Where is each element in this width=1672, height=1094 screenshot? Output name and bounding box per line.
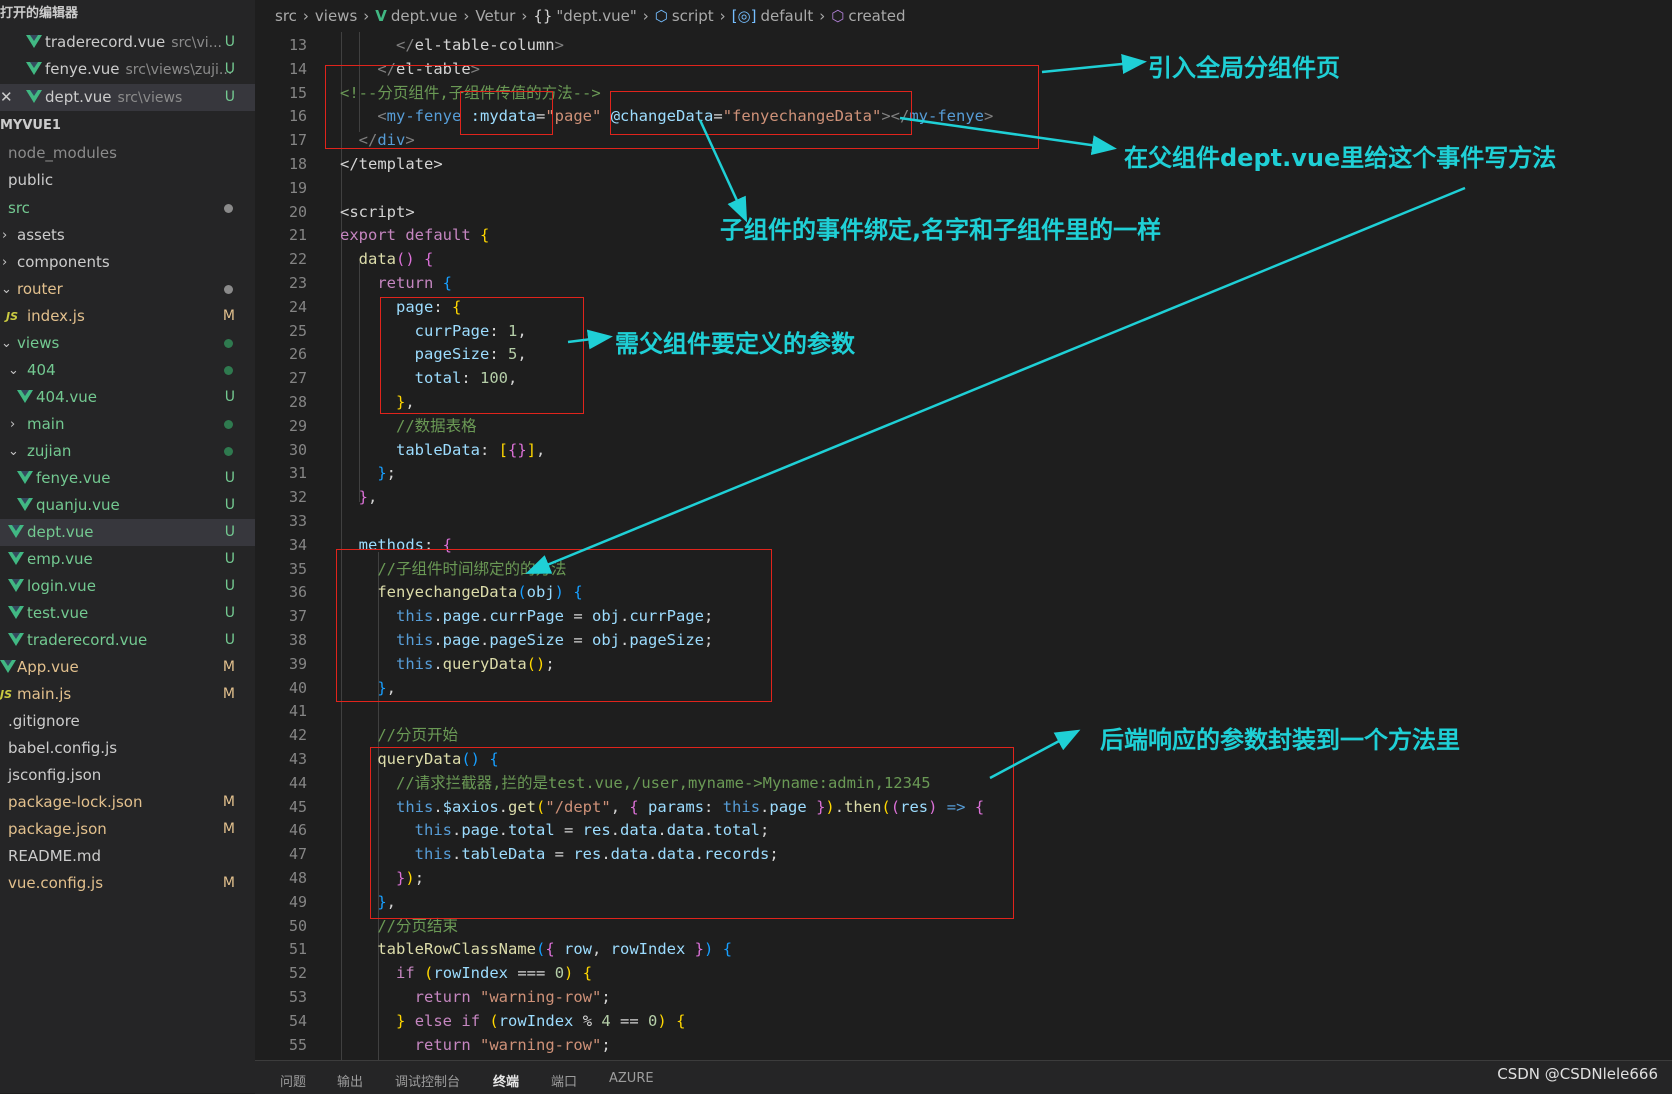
tab-ports[interactable]: 端口 <box>551 1071 577 1090</box>
note-global-component: 引入全局分组件页 <box>1148 54 1340 82</box>
tab-debug-console[interactable]: 调试控制台 <box>395 1071 460 1090</box>
arrow-to-fenyechangedata <box>525 186 1466 574</box>
tab-problems[interactable]: 问题 <box>280 1071 306 1090</box>
arrow-to-global-component-note <box>1041 54 1147 74</box>
note-backend-response: 后端响应的参数封装到一个方法里 <box>1100 726 1460 754</box>
tab-output[interactable]: 输出 <box>337 1071 363 1090</box>
tab-terminal[interactable]: 终端 <box>493 1071 519 1090</box>
arrow-to-params-note <box>567 329 613 350</box>
note-parent-method: 在父组件dept.vue里给这个事件写方法 <box>1124 144 1557 172</box>
arrow-to-parent-method-note <box>899 116 1117 156</box>
arrow-to-backend-note <box>989 729 1081 780</box>
tab-azure[interactable]: AZURE <box>609 1071 654 1086</box>
watermark: CSDN @CSDNlele666 <box>1497 1065 1658 1083</box>
arrow-to-event-binding-note <box>698 119 748 223</box>
note-event-binding: 子组件的事件绑定,名字和子组件里的一样 <box>720 216 1162 244</box>
panel-tab-bar: 问题 输出 调试控制台 终端 端口 AZURE <box>255 1060 1672 1094</box>
note-parent-params: 需父组件要定义的参数 <box>615 330 855 358</box>
